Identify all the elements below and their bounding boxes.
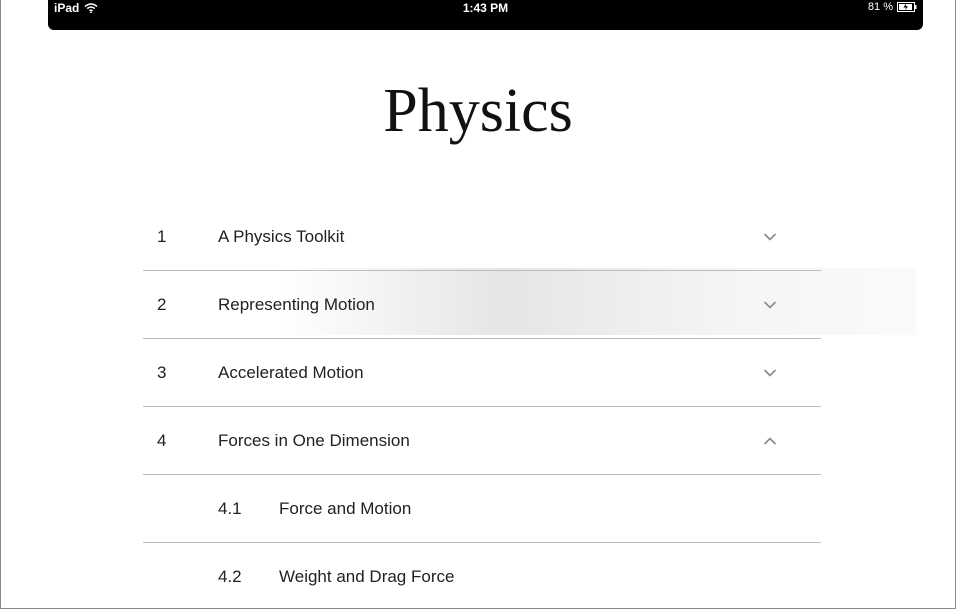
- status-time: 1:43 PM: [462, 1, 509, 15]
- chapter-number: 4: [157, 430, 167, 450]
- section-title: Weight and Drag Force: [279, 566, 455, 586]
- section-number: 4.2: [218, 566, 242, 586]
- section-row-4-2[interactable]: 4.2 Weight and Drag Force: [143, 543, 821, 610]
- section-title: Force and Motion: [279, 498, 412, 518]
- chapter-number: 2: [157, 294, 167, 314]
- table-of-contents: 1 A Physics Toolkit 2 Representing Motio…: [143, 203, 821, 610]
- chapter-row-1[interactable]: 1 A Physics Toolkit: [143, 203, 821, 271]
- chapter-title: Accelerated Motion: [218, 362, 364, 382]
- book-title: Physics: [383, 77, 573, 145]
- chevron-up-icon[interactable]: [763, 436, 777, 445]
- section-number: 4.1: [218, 498, 242, 518]
- chapter-title: Representing Motion: [218, 294, 375, 314]
- chevron-down-icon[interactable]: [763, 300, 777, 309]
- chapter-row-4[interactable]: 4 Forces in One Dimension: [143, 407, 821, 475]
- chapter-number: 1: [157, 226, 167, 246]
- chapter-title: A Physics Toolkit: [218, 226, 345, 246]
- battery-icon: [897, 2, 917, 12]
- section-row-4-1[interactable]: 4.1 Force and Motion: [143, 475, 821, 543]
- status-bar-right: 81 %: [868, 1, 917, 13]
- chapter-row-3[interactable]: 3 Accelerated Motion: [143, 339, 821, 407]
- chevron-down-icon[interactable]: [763, 232, 777, 241]
- chevron-down-icon[interactable]: [763, 368, 777, 377]
- chapter-number: 3: [157, 362, 167, 382]
- battery-percent: 81 %: [867, 1, 893, 13]
- chapter-title: Forces in One Dimension: [218, 430, 410, 450]
- chapter-row-2[interactable]: 2 Representing Motion: [143, 271, 821, 339]
- status-bar: iPad 1:43 PM 81 %: [48, 0, 923, 30]
